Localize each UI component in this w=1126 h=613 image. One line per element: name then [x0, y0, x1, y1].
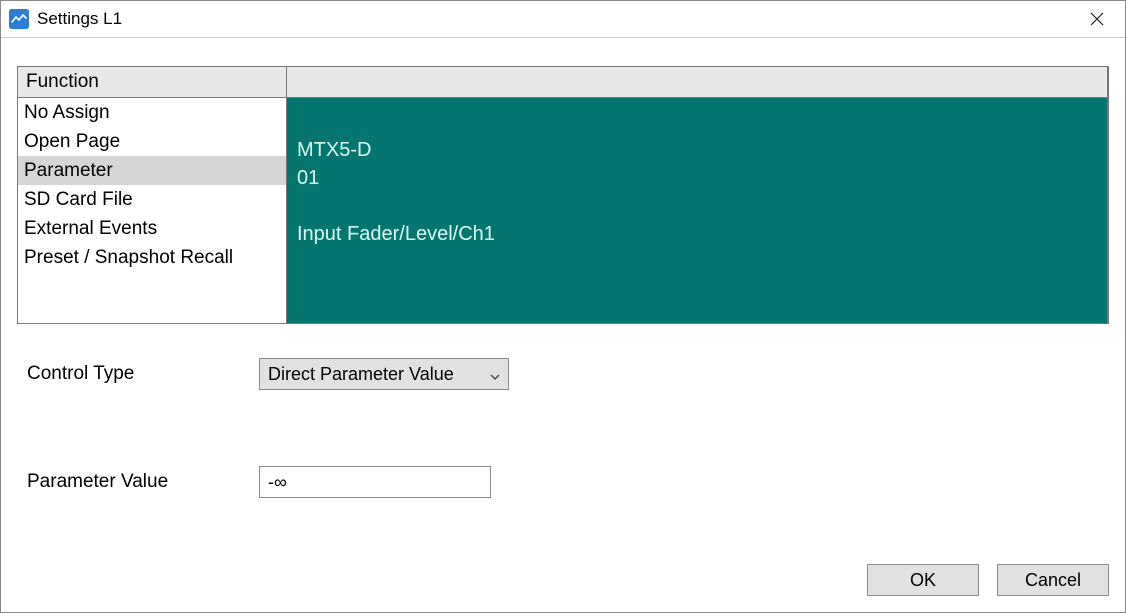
detail-header [287, 66, 1107, 98]
control-type-row: Control Type Direct Parameter Value [27, 358, 1109, 390]
control-type-value: Direct Parameter Value [268, 364, 454, 384]
ok-button[interactable]: OK [867, 564, 979, 596]
detail-column: MTX5-D 01 Input Fader/Level/Ch1 [287, 66, 1107, 323]
app-icon [9, 9, 29, 29]
function-item-preset-snapshot-recall[interactable]: Preset / Snapshot Recall [18, 243, 286, 272]
dialog-buttons: OK Cancel [17, 564, 1109, 596]
function-list: No Assign Open Page Parameter SD Card Fi… [17, 98, 287, 323]
function-item-parameter[interactable]: Parameter [18, 156, 286, 185]
function-header: Function [17, 66, 287, 98]
titlebar: Settings L1 [1, 1, 1125, 38]
function-item-external-events[interactable]: External Events [18, 214, 286, 243]
function-column: Function No Assign Open Page Parameter S… [17, 66, 287, 323]
function-item-no-assign[interactable]: No Assign [18, 98, 286, 127]
settings-dialog: Settings L1 Function No Assign Open Page… [0, 0, 1126, 613]
function-item-open-page[interactable]: Open Page [18, 127, 286, 156]
parameter-value-label: Parameter Value [27, 471, 259, 493]
top-panel: Function No Assign Open Page Parameter S… [17, 66, 1109, 324]
form-area: Control Type Direct Parameter Value Para… [17, 358, 1109, 498]
detail-body[interactable]: MTX5-D 01 Input Fader/Level/Ch1 [287, 98, 1107, 323]
detail-path: Input Fader/Level/Ch1 [297, 220, 1097, 248]
window-title: Settings L1 [37, 9, 1069, 29]
detail-device: MTX5-D [297, 136, 1097, 164]
function-item-sd-card-file[interactable]: SD Card File [18, 185, 286, 214]
dialog-body: Function No Assign Open Page Parameter S… [1, 38, 1125, 612]
close-button[interactable] [1069, 1, 1125, 37]
parameter-value-row: Parameter Value [27, 466, 1109, 498]
control-type-select[interactable]: Direct Parameter Value [259, 358, 509, 390]
close-icon [1090, 12, 1104, 26]
cancel-button[interactable]: Cancel [997, 564, 1109, 596]
control-type-label: Control Type [27, 363, 259, 385]
parameter-value-input[interactable] [259, 466, 491, 498]
detail-id: 01 [297, 164, 1097, 192]
chevron-down-icon [490, 359, 500, 389]
